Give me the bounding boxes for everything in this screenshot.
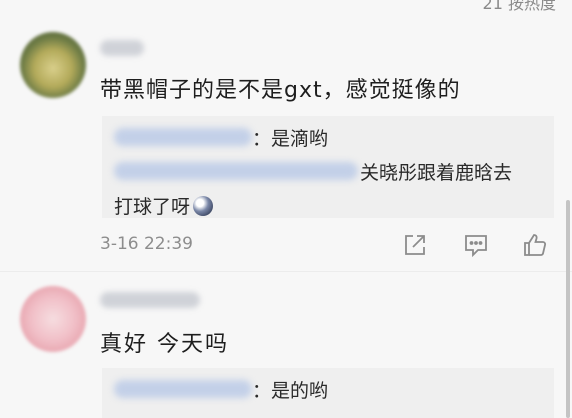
avatar[interactable]: [20, 32, 86, 98]
share-icon[interactable]: [402, 232, 428, 258]
username-blurred[interactable]: [100, 292, 200, 308]
comment-text: 带黑帽子的是不是gxt，感觉挺像的: [100, 78, 461, 103]
comment-text: 真好 今天吗: [100, 332, 229, 357]
reply-text: 关晓彤跟着鹿晗去: [360, 162, 513, 184]
emoji-icon: [193, 196, 214, 216]
reply-text: ：是的哟: [252, 380, 329, 402]
reply-box[interactable]: ：是的哟: [102, 368, 554, 418]
divider: [0, 271, 572, 272]
scrollbar[interactable]: [566, 200, 570, 418]
reply-text: ：是滴哟: [252, 128, 329, 150]
comment-icon[interactable]: [463, 232, 489, 258]
comment-timestamp: 3-16 22:39: [100, 234, 193, 254]
reply-username-blurred[interactable]: [114, 380, 252, 398]
reply-text-continued: 打球了呀: [114, 192, 214, 219]
reply-box[interactable]: ：是滴哟 关晓彤跟着鹿晗去 打球了呀: [102, 116, 554, 218]
avatar[interactable]: [20, 286, 86, 352]
reply-username-blurred[interactable]: [114, 162, 358, 180]
username-blurred[interactable]: [100, 40, 144, 56]
reply-text-line2: 打球了呀: [114, 196, 191, 218]
like-icon[interactable]: [522, 232, 548, 258]
sort-by-hot-link[interactable]: 21 按热度: [483, 0, 556, 14]
reply-username-blurred[interactable]: [114, 128, 252, 146]
